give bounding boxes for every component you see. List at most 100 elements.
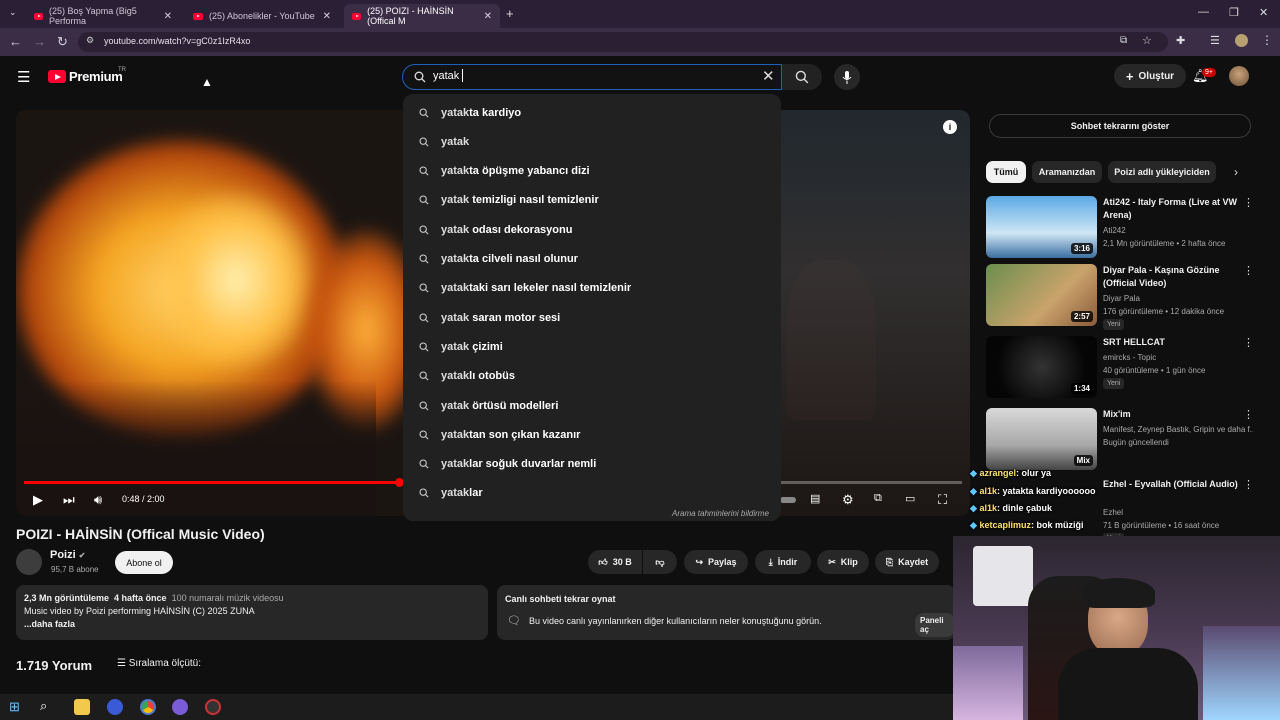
report-suggestions-link[interactable]: Arama tahminlerini bildirme xyxy=(672,509,769,518)
chip-from-search[interactable]: Aramanızdan xyxy=(1032,161,1102,183)
voice-search-button[interactable] xyxy=(834,64,860,90)
suggestion-item[interactable]: yatak temizligi nasıl temizlenir xyxy=(403,186,781,215)
browser-menu-icon[interactable]: ⋮ xyxy=(1261,33,1273,47)
minimize-icon[interactable]: — xyxy=(1198,6,1209,18)
more-actions-icon[interactable]: ⋮ xyxy=(1243,408,1254,421)
youtube-logo-icon[interactable] xyxy=(48,70,66,83)
suggestion-item[interactable]: yatak lar soğuk duvarlar nemli xyxy=(403,450,781,479)
suggestion-item[interactable]: yatak saran motor sesi xyxy=(403,303,781,332)
extensions-icon[interactable]: ✚ xyxy=(1176,34,1185,47)
discord-icon[interactable] xyxy=(172,699,188,715)
obs-icon[interactable] xyxy=(205,699,221,715)
search-button[interactable] xyxy=(782,64,822,90)
recommendation-thumbnail[interactable]: 1:34 xyxy=(986,336,1097,398)
sort-comments-button[interactable]: ☰ Sıralama ölçütü: xyxy=(117,658,201,669)
autoplay-toggle[interactable] xyxy=(780,497,796,503)
recommendation-channel[interactable]: Ati242 xyxy=(1103,224,1253,237)
fullscreen-icon[interactable]: ⛶ xyxy=(938,492,947,508)
site-info-icon[interactable]: ⚙ xyxy=(86,35,94,46)
profile-avatar[interactable] xyxy=(1235,34,1248,47)
windows-start-icon[interactable]: ⊞ xyxy=(9,699,20,715)
install-icon[interactable]: ⧉ xyxy=(1120,35,1127,46)
suggestion-item[interactable]: yatak odası dekorasyonu xyxy=(403,215,781,244)
download-button[interactable]: ⤓ İndir xyxy=(755,550,811,574)
url-text[interactable]: youtube.com/watch?v=gC0z1IzR4xo xyxy=(104,36,250,46)
settings-gear-icon[interactable]: ⚙ xyxy=(842,492,854,508)
suggestion-item[interactable]: yatak xyxy=(403,127,781,156)
recommendation-title[interactable]: Mix'im xyxy=(1103,408,1243,421)
bookmark-star-icon[interactable]: ☆ xyxy=(1142,34,1152,47)
close-tab-icon[interactable]: ✕ xyxy=(164,11,172,22)
browser-tab-2[interactable]: (25) Abonelikler - YouTube ✕ xyxy=(185,4,339,28)
more-actions-icon[interactable]: ⋮ xyxy=(1243,264,1254,277)
dislike-button[interactable]: 👎︎ xyxy=(643,550,677,574)
file-explorer-icon[interactable] xyxy=(74,699,90,715)
suggestion-item[interactable]: yatak ta cilveli nasıl olunur xyxy=(403,245,781,274)
suggestion-item[interactable]: yatak ta öpüşme yabancı dizi xyxy=(403,157,781,186)
clear-search-icon[interactable]: ✕ xyxy=(762,67,775,85)
suggestion-item[interactable]: yatak taki sarı lekeler nasıl temizlenir xyxy=(403,274,781,303)
recommendation-channel[interactable]: Ezhel xyxy=(1103,506,1253,519)
like-button[interactable]: 👍︎ 30 B xyxy=(588,550,642,574)
play-icon[interactable]: ▶ xyxy=(33,492,43,508)
close-window-icon[interactable]: ✕ xyxy=(1259,6,1268,19)
save-button[interactable]: ⎘ Kaydet xyxy=(875,550,939,574)
suggestion-item[interactable]: yatak ta kardiyo xyxy=(403,98,781,127)
subscribe-button[interactable]: Abone ol xyxy=(115,551,173,574)
browser-tab-1[interactable]: (25) Boş Yapma (Big5 Performa ✕ xyxy=(26,4,180,28)
show-more-link[interactable]: ...daha fazla xyxy=(24,619,75,629)
miniplayer-icon[interactable]: ⧉ xyxy=(874,492,882,505)
chip-all[interactable]: Tümü xyxy=(986,161,1026,183)
youtube-logo-text[interactable]: Premium xyxy=(69,69,123,84)
reload-icon[interactable]: ↻ xyxy=(57,34,68,50)
recommendation-title[interactable]: Diyar Pala - Kaşına Gözüne (Official Vid… xyxy=(1103,264,1243,290)
recommendation-channel[interactable]: emircks - Topic xyxy=(1103,351,1253,364)
info-icon[interactable]: i xyxy=(943,120,957,134)
suggestion-item[interactable]: yatak lı otobüs xyxy=(403,362,781,391)
search-input[interactable]: yatak xyxy=(433,70,459,82)
more-actions-icon[interactable]: ⋮ xyxy=(1243,478,1254,491)
channel-avatar[interactable] xyxy=(16,549,42,575)
create-button[interactable]: + Oluştur xyxy=(1114,64,1186,88)
recommendation-channel[interactable]: Manifest, Zeynep Bastık, Gripin ve daha … xyxy=(1103,423,1253,436)
suggestion-item[interactable]: yatak örtüsü modelleri xyxy=(403,391,781,420)
clip-button[interactable]: ✂ Klip xyxy=(817,550,869,574)
tab-search-icon[interactable]: ⌄ xyxy=(9,7,17,18)
recommendation-thumbnail[interactable]: 3:16 xyxy=(986,196,1097,258)
reading-list-icon[interactable]: ☰ xyxy=(1210,34,1220,47)
back-icon[interactable]: ← xyxy=(9,34,22,49)
new-tab-icon[interactable]: + xyxy=(506,6,514,21)
close-tab-icon[interactable]: ✕ xyxy=(484,11,492,22)
recommendation-title[interactable]: Ati242 - Italy Forma (Live at VW Arena) xyxy=(1103,196,1243,222)
recommendation-thumbnail[interactable]: 2:57 xyxy=(986,264,1097,326)
chip-from-uploader[interactable]: Poizi adlı yükleyiciden xyxy=(1108,161,1216,183)
open-panel-button[interactable]: Paneli aç xyxy=(915,613,955,637)
hamburger-menu-icon[interactable]: ☰ xyxy=(17,68,30,86)
suggestion-item[interactable]: yatak çizimi xyxy=(403,332,781,361)
chrome-icon[interactable] xyxy=(140,699,156,715)
suggestion-item[interactable]: yatak lar xyxy=(403,479,781,508)
recommendation-channel[interactable]: Diyar Pala xyxy=(1103,292,1253,305)
forward-icon[interactable]: → xyxy=(33,34,46,49)
restore-icon[interactable]: ❐ xyxy=(1229,6,1239,19)
description-box[interactable]: 2,3 Mn görüntüleme 4 hafta önce 100 numa… xyxy=(16,585,488,640)
show-chat-replay-button[interactable]: Sohbet tekrarını göster xyxy=(989,114,1251,138)
channel-name[interactable]: Poizi ✔ xyxy=(50,549,85,561)
close-tab-icon[interactable]: ✕ xyxy=(323,11,331,22)
recommendation-thumbnail[interactable]: Mix xyxy=(986,408,1097,470)
app-icon[interactable] xyxy=(107,699,123,715)
account-avatar[interactable] xyxy=(1229,66,1249,86)
browser-tab-3[interactable]: (25) POIZI - HAİNSİN (Offical M ✕ xyxy=(344,4,500,28)
share-button[interactable]: ↪ Paylaş xyxy=(684,550,748,574)
recommendation-title[interactable]: SRT HELLCAT xyxy=(1103,336,1243,349)
theater-mode-icon[interactable]: ▭ xyxy=(905,492,915,505)
recommendation-title[interactable]: Ezhel - Eyvallah (Official Audio) xyxy=(1103,478,1243,491)
next-icon[interactable]: ⏭ xyxy=(63,492,75,508)
chevron-right-icon[interactable]: › xyxy=(1234,165,1238,179)
more-actions-icon[interactable]: ⋮ xyxy=(1243,336,1254,349)
suggestion-item[interactable]: yatak tan son çıkan kazanır xyxy=(403,420,781,449)
subtitles-icon[interactable]: ▤ xyxy=(810,492,820,505)
taskbar-search-icon[interactable]: ⌕ xyxy=(40,698,47,714)
volume-icon[interactable]: 🔊︎ xyxy=(94,492,102,508)
more-actions-icon[interactable]: ⋮ xyxy=(1243,196,1254,209)
